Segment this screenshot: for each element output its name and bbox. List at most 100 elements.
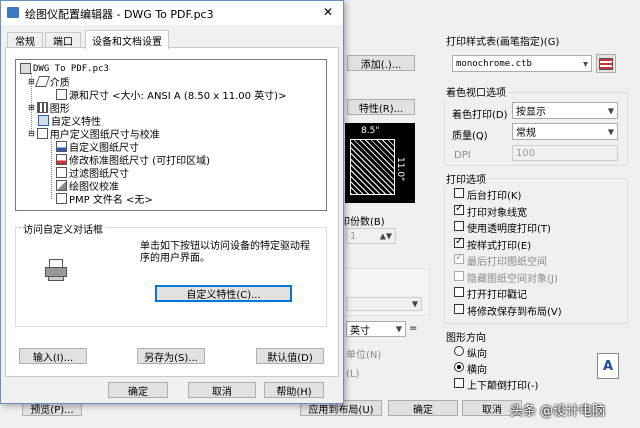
- dialog-title: 绘图仪配置编辑器 - DWG To PDF.pc3: [25, 8, 214, 21]
- dpi-input[interactable]: 100: [512, 145, 618, 161]
- save-as-button[interactable]: 另存为(S)...: [137, 348, 205, 364]
- plot-option-checkbox[interactable]: [454, 304, 464, 314]
- chevron-down-icon: ▼: [395, 324, 402, 334]
- cancel-button[interactable]: 取消: [188, 382, 256, 398]
- plot-options-label: 打印选项: [444, 171, 488, 186]
- plot-option-checkbox[interactable]: [454, 221, 464, 231]
- printer-tray: [48, 276, 64, 281]
- tree-item-source-size[interactable]: 源和尺寸 <大小: ANSI A (8.50 x 11.00 英寸)>: [56, 88, 287, 102]
- plot-option-label: 按样式打印(E): [467, 241, 532, 252]
- pmp-file-icon: [56, 193, 67, 204]
- close-icon[interactable]: ✕: [323, 5, 333, 19]
- plot-option-label: 最后打印图纸空间: [467, 257, 547, 268]
- app-icon: [7, 7, 19, 18]
- stepper-icon: ▲▼: [379, 231, 392, 241]
- shade-plot-value: 按显示: [516, 107, 546, 118]
- paper-width-label: 8.5": [361, 126, 380, 136]
- title-bar[interactable]: 绘图仪配置编辑器 - DWG To PDF.pc3 ✕: [1, 1, 343, 25]
- plot-option-label: 打印对象线宽: [467, 208, 527, 219]
- access-description: 单击如下按钮以访问设备的特定驱动程序的用户界面。: [140, 241, 310, 264]
- calibration-icon: [56, 180, 67, 191]
- modify-paper-icon: [56, 154, 67, 165]
- paper-preview: 8.5" 11.0": [345, 123, 415, 203]
- quality-label: 质量(Q): [452, 131, 488, 142]
- scale-select[interactable]: ▼: [346, 297, 422, 311]
- printer-icon: [20, 63, 31, 74]
- custom-props-icon: [38, 115, 49, 126]
- copies-value: 1: [350, 230, 357, 242]
- properties-button[interactable]: 特性(R)...: [347, 99, 415, 115]
- plot-style-select[interactable]: monochrome.ctb ▼: [452, 55, 592, 72]
- tab-ports[interactable]: 端口: [45, 32, 81, 48]
- plot-option-label: 将修改保存到布局(V): [467, 307, 562, 318]
- units-value: 英寸: [350, 325, 370, 337]
- watermark-text: 头条 @设计电脑: [510, 404, 606, 419]
- dpi-value: 100: [516, 147, 536, 159]
- defaults-button[interactable]: 默认值(D): [256, 348, 324, 364]
- tree-label-media: 介质: [49, 78, 70, 89]
- plot-option-checkbox[interactable]: [454, 203, 464, 215]
- access-custom-label: 访问自定义对话框: [21, 221, 105, 236]
- portrait-radio[interactable]: [454, 346, 464, 356]
- filter-paper-icon: [56, 167, 67, 178]
- plot-option-checkbox[interactable]: [454, 188, 464, 198]
- tab-device-doc-settings[interactable]: 设备和文档设置: [85, 30, 169, 49]
- orientation-icon: A: [597, 353, 619, 379]
- tree-line: [51, 136, 52, 199]
- orientation-label: 图形方向: [446, 333, 486, 344]
- plot-option-label: 后台打印(K): [467, 191, 522, 202]
- add-button[interactable]: 添加(.)...: [347, 55, 415, 71]
- units-select[interactable]: 英寸 ▼: [346, 321, 406, 337]
- table-edit-icon: [599, 57, 613, 70]
- tree-item-pmp[interactable]: PMP 文件名 <无>: [56, 192, 153, 206]
- unit-label: 单位(N): [346, 350, 382, 361]
- lineweight-label: (L): [346, 369, 360, 380]
- import-button[interactable]: 输入(I)...: [19, 348, 87, 364]
- plot-style-label: 打印样式表(画笔指定)(G): [446, 37, 560, 48]
- settings-tree[interactable]: DWG To PDF.pc3 ⊟ 介质 源和尺寸 <大小: ANSI A (8.…: [15, 59, 327, 211]
- tab-general[interactable]: 常规: [7, 32, 43, 48]
- chevron-down-icon: ▼: [411, 299, 418, 309]
- help-button[interactable]: 帮助(H): [264, 382, 324, 398]
- plot-option-checkbox[interactable]: [454, 252, 464, 264]
- shade-plot-select[interactable]: 按显示 ▼: [512, 102, 618, 119]
- media-icon: [34, 76, 50, 87]
- chevron-down-icon: ▼: [583, 59, 588, 68]
- portrait-label: 纵向: [467, 349, 487, 360]
- printer-paper: [49, 259, 63, 268]
- plot-option-label: 打开打印戳记: [467, 290, 527, 301]
- tree-label-root: DWG To PDF.pc3: [33, 63, 109, 74]
- landscape-label: 横向: [467, 365, 487, 376]
- paper-calibration-icon: [36, 128, 48, 139]
- plot-option-checkbox[interactable]: [454, 236, 464, 248]
- tree-item-media[interactable]: ⊟ 介质: [28, 75, 70, 89]
- landscape-radio[interactable]: [454, 362, 464, 372]
- chevron-down-icon: ▼: [607, 127, 614, 136]
- custom-properties-button[interactable]: 自定义特性(C)...: [155, 285, 292, 302]
- custom-paper-icon: [56, 141, 67, 152]
- tree-line: [31, 73, 32, 133]
- equals-sign: =: [409, 323, 418, 334]
- upside-down-checkbox[interactable]: [454, 378, 464, 388]
- paper-height-label: 11.0": [395, 157, 405, 182]
- tree-label-pmp: PMP 文件名 <无>: [69, 195, 153, 206]
- chevron-down-icon: ▼: [607, 106, 614, 115]
- tree-label-source-size: 源和尺寸 <大小: ANSI A (8.50 x 11.00 英寸)>: [69, 91, 287, 102]
- plot-option-checkbox[interactable]: [454, 271, 464, 281]
- paper-hatch: [350, 139, 395, 195]
- plot-option-checkbox[interactable]: [454, 287, 464, 297]
- upside-down-label: 上下颠倒打印(-): [467, 381, 539, 392]
- shade-plot-label: 着色打印(D): [452, 110, 508, 121]
- ok-button[interactable]: 确定: [108, 382, 168, 398]
- quality-select[interactable]: 常规 ▼: [512, 123, 618, 140]
- bg-ok-button[interactable]: 确定: [388, 400, 458, 416]
- quality-value: 常规: [516, 128, 536, 139]
- edit-plot-style-button[interactable]: [596, 54, 616, 73]
- device-printer-icon: [43, 259, 69, 281]
- graphics-icon: [36, 102, 48, 113]
- paper-icon: [56, 89, 67, 100]
- copies-stepper[interactable]: 1 ▲▼: [346, 228, 396, 244]
- dpi-label: DPI: [454, 150, 471, 161]
- plot-option-label: 使用透明度打印(T): [467, 224, 551, 235]
- copies-label: 印份数(B): [340, 217, 385, 228]
